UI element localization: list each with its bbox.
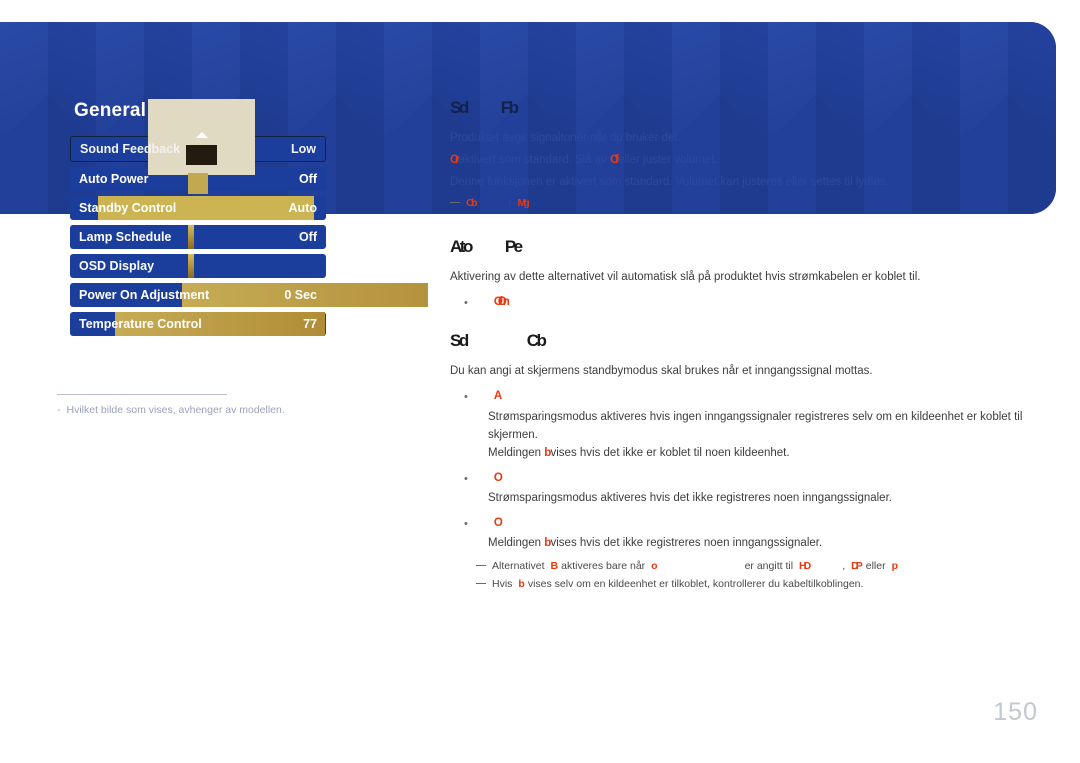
body-pre: Meldingen — [488, 537, 545, 550]
osd-row-label: Lamp Schedule — [79, 230, 172, 244]
dark-square-artifact — [186, 145, 217, 165]
red-token: O — [493, 471, 503, 484]
note-mid: er angitt til — [744, 560, 794, 573]
bullet-item: • O — [464, 472, 1030, 487]
bullet-dot-icon: • — [464, 472, 468, 485]
body-post: vises hvis det ikke er koblet til noen k… — [547, 447, 790, 460]
section-auto-power: Ato Pe Aktivering av dette alternativet v… — [450, 237, 1030, 311]
osd-row-label: OSD Display — [79, 259, 155, 273]
osd-row-label: Standby Control — [79, 201, 177, 215]
caption-text: Hvilket bilde som vises, avhenger av mod… — [66, 404, 285, 416]
section-standby-control: Sd Cb Du kan angi at skjermens standbymod… — [450, 331, 1030, 594]
section-paragraph: Aktivering av dette alternativet vil aut… — [450, 271, 921, 284]
osd-row-value: 77 — [303, 317, 317, 331]
section-heading: Ato Pe — [450, 237, 1030, 257]
bullet-body-text: Strømsparingsmodus aktiveres hvis det ik… — [488, 492, 892, 505]
note-mid: vises selv om en kildeenhet er tilkoblet… — [527, 578, 864, 591]
red-token: Of On — [493, 296, 510, 309]
note-mid: eller — [865, 560, 886, 573]
red-token: Mg — [517, 197, 530, 210]
gold-foot-artifact — [188, 173, 208, 194]
gold-overlay-artifact — [188, 254, 194, 278]
red-token: B — [550, 560, 558, 573]
red-token: A — [493, 390, 503, 403]
main-content: Sd Fb Produktet avgir signaltoner når du … — [450, 98, 1030, 610]
osd-row-label: Auto Power — [79, 172, 149, 186]
caption-divider — [57, 394, 227, 395]
note-dash-icon — [476, 565, 486, 567]
osd-row-label: Power On Adjustment — [79, 288, 210, 302]
red-token: p — [891, 560, 899, 573]
osd-row-value: Auto — [288, 201, 317, 215]
figure-caption: - Hvilket bilde som vises, avhenger av m… — [57, 404, 357, 416]
bullet-dot-icon: • — [464, 517, 468, 530]
note-mid: , — [842, 560, 846, 573]
section-note: Hvis b vises selv om en kildeenhet er ti… — [476, 576, 1030, 594]
bullet-item: • A — [464, 390, 1030, 405]
red-token: HD — [799, 560, 811, 573]
note-pre: Alternativet — [492, 560, 545, 573]
osd-row-power-on-adjustment[interactable]: Power On Adjustment 0 Sec — [70, 283, 428, 307]
section-heading: Sd Cb — [450, 331, 1030, 351]
section-heading: Sd Fb — [450, 98, 1030, 118]
osd-row-label: Sound Feedback — [80, 142, 181, 156]
osd-row-value: Low — [291, 142, 316, 156]
note-separator: / — [508, 197, 512, 210]
bullet-body-text: Meldingen b vises hvis det ikke er koble… — [488, 444, 1030, 462]
heading-part-a: Sd — [450, 98, 469, 117]
red-token: DP — [851, 560, 862, 573]
heading-part-a: Ato — [450, 237, 473, 257]
osd-row-osd-display[interactable]: OSD Display — [70, 254, 326, 278]
section-note: Alternativet B aktiveres bare når o er a… — [476, 558, 1030, 576]
bullet-dot-icon: • — [464, 391, 468, 404]
red-token: O — [493, 516, 503, 529]
osd-row-value: 0 Sec — [284, 288, 317, 302]
note-dash-icon — [450, 202, 460, 204]
section-note: Ob / Mg — [450, 195, 1030, 213]
caption-dash: - — [57, 404, 61, 416]
note-pre: Hvis — [492, 578, 513, 591]
mixed-text: eller juster volumet. — [614, 153, 718, 166]
bullet-dot-icon: • — [464, 297, 468, 310]
red-token: b — [518, 578, 525, 591]
section-mixed-paragraph: Or aktivert som standard. Slå av Of elle… — [450, 152, 1030, 170]
mixed-text: aktivert som standard. Slå av — [455, 153, 611, 166]
red-token: Ob — [466, 197, 477, 210]
bullet-item: • Of On — [464, 296, 1030, 311]
osd-row-standby-control[interactable]: Standby Control Auto — [70, 196, 326, 220]
heading-part-b: Cb — [526, 331, 547, 351]
heading-part-b: Fb — [500, 98, 519, 117]
note-dash-icon — [476, 583, 486, 585]
heading-part-b: Pe — [504, 237, 523, 257]
osd-row-value: Off — [298, 172, 317, 186]
body-pre: Meldingen — [488, 447, 545, 460]
section-paragraph: Denne funksjonen er aktivert som standar… — [450, 175, 890, 188]
bullet-body-text: Strømsparingsmodus aktiveres hvis ingen … — [488, 410, 1023, 442]
section-paragraph: Produktet avgir signaltoner når du bruke… — [450, 132, 681, 144]
section-sound-feedback: Sd Fb Produktet avgir signaltoner når du … — [450, 98, 1030, 213]
up-arrow-icon — [196, 132, 208, 138]
body-post: vises hvis det ikke registreres noen inn… — [547, 537, 823, 550]
osd-row-lamp-schedule[interactable]: Lamp Schedule Off — [70, 225, 326, 249]
heading-part-a: Sd — [450, 331, 469, 351]
bullet-item: • O — [464, 517, 1030, 532]
osd-row-label: Temperature Control — [79, 317, 202, 331]
page-number: 150 — [993, 698, 1038, 726]
gold-overlay-artifact — [188, 225, 194, 249]
section-paragraph: Du kan angi at skjermens standbymodus sk… — [450, 365, 873, 378]
note-mid: aktiveres bare når — [561, 560, 646, 573]
bullet-body-text: Meldingen b vises hvis det ikke registre… — [488, 534, 1030, 552]
osd-row-value: Off — [298, 230, 317, 244]
red-token: o — [651, 560, 658, 573]
osd-row-temperature-control[interactable]: Temperature Control 77 — [70, 312, 326, 336]
